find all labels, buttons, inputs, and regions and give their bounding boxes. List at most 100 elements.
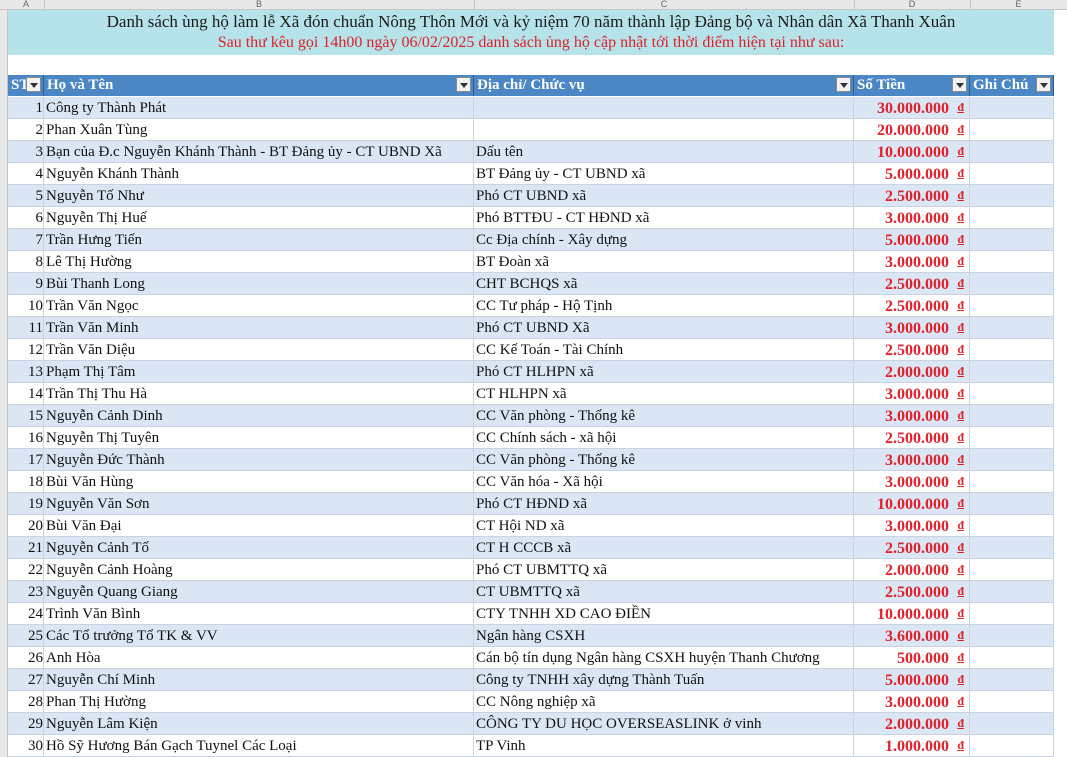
cell-amount[interactable]: 3.000.000 đ [854,251,970,273]
table-row[interactable]: 7 Trần Hưng Tiến Cc Địa chính - Xây dựng 5.… [8,229,1054,251]
cell-stt[interactable]: 21 [8,537,44,559]
cell-amount[interactable]: 20.000.000 đ [854,119,970,141]
cell-address[interactable]: Cán bộ tín dụng Ngân hàng CSXH huyện Tha… [474,647,854,669]
table-row[interactable]: 18 Bùi Văn Hùng CC Văn hóa - Xã hội 3.000.0… [8,471,1054,493]
table-row[interactable]: 27 Nguyễn Chí Minh Công ty TNHH xây dựng T… [8,669,1054,691]
table-row[interactable]: 29 Nguyễn Lâm Kiện CÔNG TY DU HỌC OVERSEAS… [8,713,1054,735]
cell-note[interactable] [970,603,1054,625]
cell-name[interactable]: Trình Văn Bình [44,603,474,625]
cell-name[interactable]: Nguyễn Lâm Kiện [44,713,474,735]
cell-note[interactable] [970,361,1054,383]
cell-name[interactable]: Bùi Văn Đại [44,515,474,537]
table-row[interactable]: 23 Nguyễn Quang Giang CT UBMTTQ xã 2.500.00… [8,581,1054,603]
cell-address[interactable]: CT Hội ND xã [474,515,854,537]
cell-stt[interactable]: 1 [8,97,44,119]
column-letter-b[interactable]: B [44,0,475,9]
table-row[interactable]: 17 Nguyễn Đức Thành CC Văn phòng - Thống k… [8,449,1054,471]
filter-dropdown-icon[interactable] [952,77,967,92]
cell-address[interactable]: Phó CT UBMTTQ xã [474,559,854,581]
cell-address[interactable]: Cc Địa chính - Xây dựng [474,229,854,251]
cell-stt[interactable]: 29 [8,713,44,735]
filter-dropdown-icon[interactable] [1036,77,1051,92]
cell-amount[interactable]: 3.000.000 đ [854,691,970,713]
column-letter-a[interactable]: A [8,0,45,9]
cell-name[interactable]: Lê Thị Hường [44,251,474,273]
cell-stt[interactable]: 17 [8,449,44,471]
table-row[interactable]: 10 Trần Văn Ngọc CC Tư pháp - Hộ Tịnh 2.500… [8,295,1054,317]
cell-address[interactable]: Công ty TNHH xây dựng Thành Tuấn [474,669,854,691]
cell-name[interactable]: Bùi Thanh Long [44,273,474,295]
table-row[interactable]: 1 Công ty Thành Phát 30.000.000 đ [8,97,1054,119]
cell-note[interactable] [970,427,1054,449]
cell-amount[interactable]: 2.500.000 đ [854,537,970,559]
cell-stt[interactable]: 2 [8,119,44,141]
cell-name[interactable]: Trần Thị Thu Hà [44,383,474,405]
header-amount[interactable]: Số Tiền [854,75,970,96]
cell-name[interactable]: Bạn của Đ.c Nguyễn Khánh Thành - BT Đảng… [44,141,474,163]
cell-note[interactable] [970,383,1054,405]
header-stt[interactable]: ST [8,75,44,96]
cell-address[interactable]: CC Nông nghiệp xã [474,691,854,713]
cell-note[interactable] [970,229,1054,251]
table-row[interactable]: 2 Phan Xuân Tùng 20.000.000 đ [8,119,1054,141]
table-row[interactable]: 28 Phan Thị Hường CC Nông nghiệp xã 3.000.0… [8,691,1054,713]
cell-stt[interactable]: 4 [8,163,44,185]
cell-address[interactable]: CC Tư pháp - Hộ Tịnh [474,295,854,317]
table-row[interactable]: 30 Hồ Sỹ Hương Bán Gạch Tuynel Các Loại TP… [8,735,1054,757]
cell-stt[interactable]: 18 [8,471,44,493]
cell-amount[interactable]: 3.000.000 đ [854,471,970,493]
table-row[interactable]: 12 Trần Văn Diệu CC Kế Toán - Tài Chính 2.5… [8,339,1054,361]
table-row[interactable]: 6 Nguyễn Thị Huế Phó BTTĐU - CT HĐND xã 3.0… [8,207,1054,229]
cell-amount[interactable]: 3.000.000 đ [854,317,970,339]
table-row[interactable]: 15 Nguyễn Cảnh Dinh CC Văn phòng - Thống k… [8,405,1054,427]
cell-note[interactable] [970,119,1054,141]
cell-note[interactable] [970,559,1054,581]
cell-note[interactable] [970,273,1054,295]
cell-name[interactable]: Trần Văn Ngọc [44,295,474,317]
cell-note[interactable] [970,537,1054,559]
table-row[interactable]: 11 Trần Văn Minh Phó CT UBND Xã 3.000.000 đ [8,317,1054,339]
cell-amount[interactable]: 5.000.000 đ [854,229,970,251]
cell-address[interactable]: CC Văn phòng - Thống kê [474,405,854,427]
header-address[interactable]: Địa chỉ/ Chức vụ [474,75,854,96]
cell-name[interactable]: Hồ Sỹ Hương Bán Gạch Tuynel Các Loại [44,735,474,757]
cell-stt[interactable]: 3 [8,141,44,163]
cell-note[interactable] [970,185,1054,207]
cell-note[interactable] [970,449,1054,471]
cell-note[interactable] [970,405,1054,427]
table-row[interactable]: 26 Anh Hòa Cán bộ tín dụng Ngân hàng CSXH … [8,647,1054,669]
cell-amount[interactable]: 3.000.000 đ [854,207,970,229]
cell-amount[interactable]: 10.000.000 đ [854,141,970,163]
cell-note[interactable] [970,339,1054,361]
cell-amount[interactable]: 3.000.000 đ [854,449,970,471]
header-note[interactable]: Ghi Chú [970,75,1054,96]
cell-name[interactable]: Trần Hưng Tiến [44,229,474,251]
cell-amount[interactable]: 3.000.000 đ [854,515,970,537]
cell-amount[interactable]: 5.000.000 đ [854,163,970,185]
cell-amount[interactable]: 30.000.000 đ [854,97,970,119]
cell-amount[interactable]: 2.500.000 đ [854,339,970,361]
cell-amount[interactable]: 3.000.000 đ [854,383,970,405]
cell-note[interactable] [970,207,1054,229]
cell-address[interactable]: CT H CCCB xã [474,537,854,559]
table-row[interactable]: 3 Bạn của Đ.c Nguyễn Khánh Thành - BT Đản… [8,141,1054,163]
cell-address[interactable]: BT Đảng ủy - CT UBND xã [474,163,854,185]
cell-stt[interactable]: 10 [8,295,44,317]
cell-name[interactable]: Nguyễn Cảnh Hoàng [44,559,474,581]
cell-amount[interactable]: 2.500.000 đ [854,427,970,449]
cell-stt[interactable]: 6 [8,207,44,229]
cell-stt[interactable]: 13 [8,361,44,383]
cell-name[interactable]: Nguyễn Thị Tuyên [44,427,474,449]
cell-stt[interactable]: 5 [8,185,44,207]
cell-address[interactable]: CHT BCHQS xã [474,273,854,295]
cell-address[interactable]: CTY TNHH XD CAO ĐIỀN [474,603,854,625]
table-row[interactable]: 24 Trình Văn Bình CTY TNHH XD CAO ĐIỀN 10.0… [8,603,1054,625]
cell-note[interactable] [970,493,1054,515]
cell-note[interactable] [970,647,1054,669]
cell-name[interactable]: Công ty Thành Phát [44,97,474,119]
cell-stt[interactable]: 24 [8,603,44,625]
cell-address[interactable]: CT HLHPN xã [474,383,854,405]
cell-address[interactable]: Ngân hàng CSXH [474,625,854,647]
cell-address[interactable]: CC Kế Toán - Tài Chính [474,339,854,361]
cell-name[interactable]: Trần Văn Minh [44,317,474,339]
